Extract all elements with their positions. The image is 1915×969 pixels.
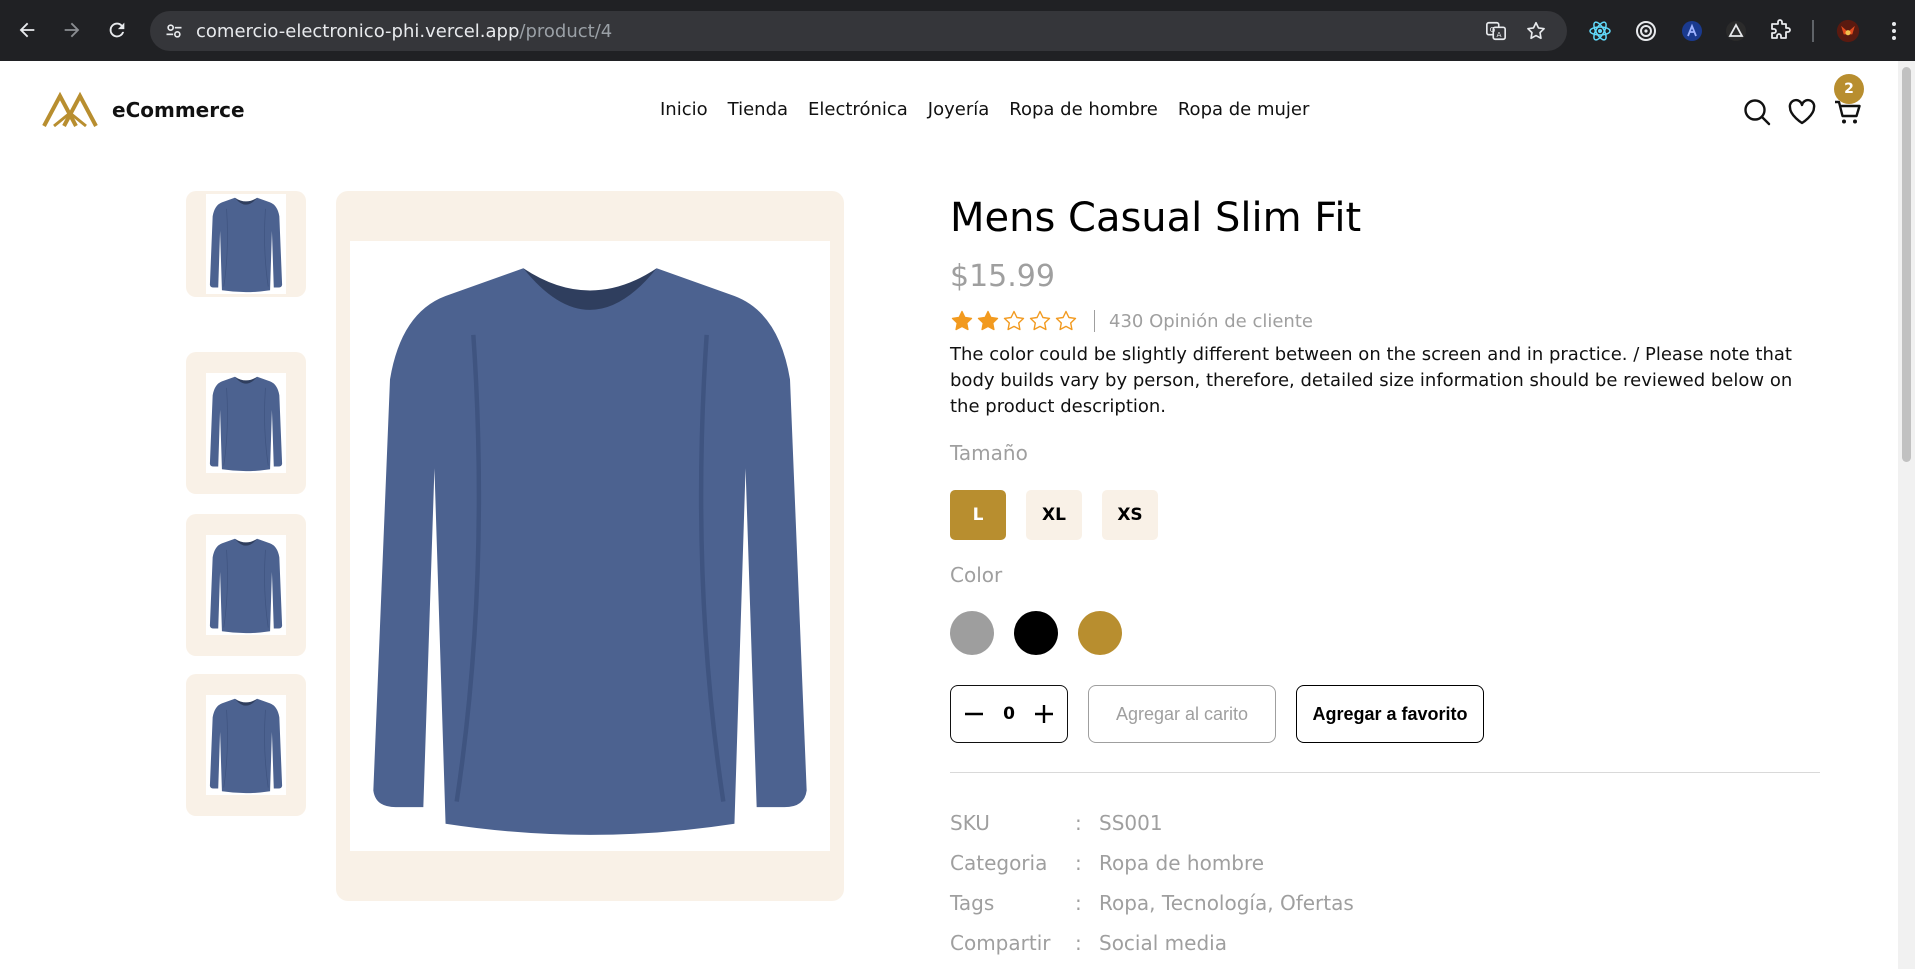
arrow-left-icon	[19, 22, 35, 38]
heart-icon[interactable]	[1787, 97, 1817, 127]
site-header: eCommerce Inicio Tienda Electrónica Joye…	[0, 61, 1898, 161]
plus-icon	[1035, 705, 1053, 723]
thumbnail-image	[206, 373, 286, 473]
thumbnail-1[interactable]	[186, 191, 306, 297]
color-options	[950, 611, 1122, 655]
size-option-xl[interactable]: XL	[1026, 490, 1082, 540]
meta-row-tags: Tags : Ropa, Tecnología, Ofertas	[950, 883, 1354, 923]
color-swatch-black[interactable]	[1014, 611, 1058, 655]
section-divider	[950, 772, 1820, 773]
target-extension-icon[interactable]	[1632, 17, 1660, 45]
product-title: Mens Casual Slim Fit	[950, 195, 1362, 241]
add-to-cart-button[interactable]: Agregar al carito	[1088, 685, 1276, 743]
thumbnail-image	[206, 695, 286, 795]
page-scrollbar[interactable]	[1898, 61, 1915, 969]
star-empty-icon	[1003, 310, 1025, 331]
meta-key: SKU	[950, 811, 990, 835]
triangle-extension-icon[interactable]	[1722, 17, 1750, 45]
nav-link-inicio[interactable]: Inicio	[660, 99, 708, 120]
main-product-image	[350, 241, 830, 851]
a-extension-icon[interactable]	[1678, 17, 1706, 45]
url-path: /product/4	[519, 21, 613, 42]
reload-icon	[109, 22, 125, 38]
forward-button[interactable]	[54, 12, 90, 48]
star-filled-icon	[951, 310, 973, 331]
meta-value: Ropa de hombre	[1099, 851, 1265, 875]
rating-row: 430 Opinión de cliente	[950, 309, 1313, 333]
nav-link-ropa-hombre[interactable]: Ropa de hombre	[1009, 99, 1158, 120]
meta-value: Ropa, Tecnología, Ofertas	[1099, 891, 1354, 915]
extensions-puzzle-icon[interactable]	[1766, 17, 1794, 45]
product-price: $15.99	[950, 259, 1055, 294]
size-options: L XL XS	[950, 490, 1158, 540]
meta-key: Tags	[950, 891, 995, 915]
star-empty-icon	[1029, 310, 1051, 331]
star-empty-icon	[1055, 310, 1077, 331]
thumbnail-3[interactable]	[186, 514, 306, 656]
profile-avatar[interactable]	[1834, 17, 1862, 45]
brand-name: eCommerce	[112, 98, 245, 122]
product-meta: SKU : SS001 Categoria : Ropa de hombre T…	[950, 803, 1354, 963]
meta-key: Categoria	[950, 851, 1048, 875]
logo-mark-icon	[42, 91, 98, 128]
main-nav: Inicio Tienda Electrónica Joyería Ropa d…	[660, 99, 1309, 120]
meta-row-category: Categoria : Ropa de hombre	[950, 843, 1354, 883]
meta-value: SS001	[1099, 811, 1163, 835]
thumbnail-image	[206, 194, 286, 294]
svg-text:G: G	[1490, 25, 1496, 34]
browser-menu-icon[interactable]	[1880, 17, 1908, 45]
product-description: The color could be slightly different be…	[950, 344, 1793, 417]
purchase-actions: 0 Agregar al carito Agregar a favorito	[950, 685, 1484, 743]
react-devtools-icon[interactable]	[1586, 17, 1614, 45]
minus-icon	[965, 712, 983, 716]
nav-link-joyeria[interactable]: Joyería	[928, 99, 989, 120]
meta-separator: :	[1075, 851, 1082, 875]
search-icon[interactable]	[1742, 97, 1772, 127]
star-rating	[950, 309, 1078, 333]
meta-key: Compartir	[950, 931, 1051, 955]
bookmark-star-icon[interactable]	[1524, 19, 1548, 43]
increase-quantity-button[interactable]	[1031, 701, 1057, 727]
nav-link-electronica[interactable]: Electrónica	[808, 99, 908, 120]
rating-divider	[1094, 310, 1095, 332]
meta-row-share: Compartir : Social media	[950, 923, 1354, 963]
url-text: comercio-electronico-phi.vercel.app/prod…	[196, 21, 612, 42]
arrow-right-icon	[64, 22, 80, 38]
thumbnail-4[interactable]	[186, 674, 306, 816]
brand-logo[interactable]: eCommerce	[42, 91, 245, 129]
url-host: comercio-electronico-phi.vercel.app	[196, 21, 520, 42]
star-filled-icon	[977, 310, 999, 331]
meta-row-sku: SKU : SS001	[950, 803, 1354, 843]
meta-separator: :	[1075, 811, 1082, 835]
add-to-favorite-button[interactable]: Agregar a favorito	[1296, 685, 1484, 743]
thumbnail-2[interactable]	[186, 352, 306, 494]
nav-link-ropa-mujer[interactable]: Ropa de mujer	[1178, 99, 1310, 120]
nav-link-tienda[interactable]: Tienda	[728, 99, 788, 120]
meta-value[interactable]: Social media	[1099, 931, 1227, 955]
toolbar-divider	[1812, 20, 1814, 42]
size-option-l[interactable]: L	[950, 490, 1006, 540]
thumbnail-image	[206, 535, 286, 635]
main-product-image-card	[336, 191, 844, 901]
back-button[interactable]	[9, 12, 45, 48]
meta-separator: :	[1075, 931, 1082, 955]
quantity-stepper: 0	[950, 685, 1068, 743]
quantity-value: 0	[1003, 704, 1015, 724]
color-swatch-gold[interactable]	[1078, 611, 1122, 655]
size-label: Tamaño	[950, 441, 1028, 465]
color-label: Color	[950, 563, 1003, 587]
cart-count-badge: 2	[1834, 74, 1864, 104]
translate-icon[interactable]: GA	[1484, 19, 1508, 43]
size-option-xs[interactable]: XS	[1102, 490, 1158, 540]
meta-separator: :	[1075, 891, 1082, 915]
decrease-quantity-button[interactable]	[961, 701, 987, 727]
address-bar[interactable]: comercio-electronico-phi.vercel.app/prod…	[150, 11, 1567, 51]
svg-text:A: A	[1496, 30, 1501, 39]
review-count: 430 Opinión de cliente	[1109, 310, 1313, 332]
reload-button[interactable]	[99, 12, 135, 48]
site-info-icon[interactable]	[162, 19, 186, 43]
scrollbar-thumb[interactable]	[1902, 67, 1911, 462]
color-swatch-gray[interactable]	[950, 611, 994, 655]
browser-toolbar: comercio-electronico-phi.vercel.app/prod…	[0, 0, 1915, 61]
